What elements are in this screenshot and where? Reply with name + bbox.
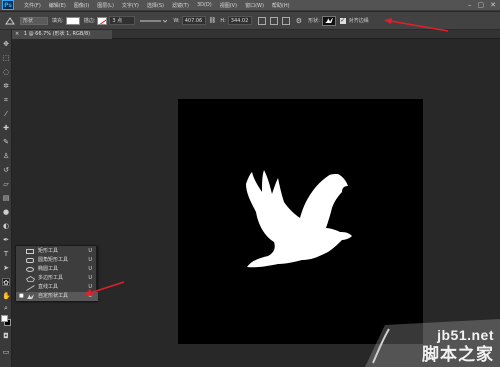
menu-bar: Ps 文件(F) 编辑(E) 图像(I) 图层(L) 文字(Y) 选择(S) 滤… xyxy=(0,0,500,11)
h-field[interactable]: 344.02 xyxy=(227,16,252,25)
flyout-item-label: 椭圆工具 xyxy=(38,266,59,272)
selected-marker: ■ xyxy=(19,293,24,299)
crop-tool-icon[interactable]: ⌗ xyxy=(2,96,10,104)
mode-select[interactable]: 形状 xyxy=(20,16,48,25)
marquee-tool-icon[interactable]: ⬚ xyxy=(2,54,10,62)
maximize-button[interactable]: ▢ xyxy=(478,1,485,9)
minimize-button[interactable]: – xyxy=(468,1,472,9)
custom-shape-icon xyxy=(26,294,34,299)
ps-logo: Ps xyxy=(2,0,14,10)
w-label: W: xyxy=(173,17,180,24)
flyout-item-rounded-rectangle[interactable]: 圆角矩形工具 U xyxy=(16,256,98,265)
history-brush-tool-icon[interactable]: ↺ xyxy=(2,166,10,174)
menu-3d[interactable]: 3D(D) xyxy=(193,2,216,9)
custom-shape-tool-icon xyxy=(5,16,15,24)
eyedropper-tool-icon[interactable]: ⁄ xyxy=(2,110,10,118)
bird-shape-icon xyxy=(324,17,333,23)
path-arrangement-icon[interactable] xyxy=(281,16,290,25)
tools-panel: ✥ ⬚ ◌ ✲ ⌗ ⁄ ✚ ✎ ♙ ↺ ▱ ▤ ● ◐ ✒ T ➤ ✿ ✋ ⌕ … xyxy=(0,30,12,367)
fill-swatch[interactable] xyxy=(65,16,80,25)
screen-mode-icon[interactable]: ▭ xyxy=(2,348,10,356)
hand-tool-icon[interactable]: ✋ xyxy=(2,292,11,300)
dodge-tool-icon[interactable]: ◐ xyxy=(2,222,10,230)
stroke-swatch[interactable] xyxy=(97,16,108,25)
flyout-item-rectangle[interactable]: 矩形工具 U xyxy=(16,247,98,256)
tab-close-icon[interactable]: × xyxy=(15,31,19,37)
mode-label: 形状 xyxy=(23,17,34,24)
path-selection-tool-icon[interactable]: ➤ xyxy=(2,264,10,272)
flyout-item-label: 矩形工具 xyxy=(38,248,59,254)
document-tab-title: 1 @ 66.7% (形状 1, RGB/8) xyxy=(23,31,91,37)
menu-window[interactable]: 窗口(W) xyxy=(241,2,268,9)
menu-view[interactable]: 视图(V) xyxy=(216,2,241,9)
menu-layer[interactable]: 图层(L) xyxy=(93,2,118,9)
eraser-tool-icon[interactable]: ▱ xyxy=(2,180,10,188)
annotation-arrow-top xyxy=(384,18,449,32)
ellipse-icon xyxy=(26,267,34,272)
stroke-width-field[interactable]: 3 点 xyxy=(109,16,136,25)
path-alignment-icon[interactable] xyxy=(269,16,278,25)
rounded-rectangle-icon xyxy=(26,258,34,263)
magic-wand-tool-icon[interactable]: ✲ xyxy=(2,82,10,90)
polygon-icon xyxy=(25,276,36,282)
line-icon xyxy=(26,285,35,291)
link-icon[interactable]: ⛓ xyxy=(209,17,217,24)
document-tab[interactable]: × 1 @ 66.7% (形状 1, RGB/8) xyxy=(12,30,112,39)
watermark-cn: 脚本之家 xyxy=(422,345,494,365)
quick-mask-icon[interactable]: ◘ xyxy=(2,332,10,340)
stroke-line-icon xyxy=(140,19,168,23)
menu-select[interactable]: 选择(S) xyxy=(143,2,168,9)
w-field[interactable]: 407.06 xyxy=(181,16,206,25)
lasso-tool-icon[interactable]: ◌ xyxy=(2,68,10,76)
fill-label: 填充: xyxy=(52,18,64,24)
flyout-item-shortcut: U xyxy=(88,248,92,254)
gear-icon[interactable]: ⚙ xyxy=(296,17,302,25)
move-tool-icon[interactable]: ✥ xyxy=(2,40,10,48)
healing-brush-tool-icon[interactable]: ✚ xyxy=(2,124,10,132)
clone-stamp-tool-icon[interactable]: ♙ xyxy=(2,152,10,160)
watermark: jb51.net 脚本之家 xyxy=(365,319,500,367)
path-operations-icon[interactable] xyxy=(257,16,266,25)
type-tool-icon[interactable]: T xyxy=(2,250,10,258)
annotation-arrow-flyout xyxy=(84,281,125,296)
flyout-item-label: 直线工具 xyxy=(38,284,59,290)
stroke-label: 描边: xyxy=(83,18,96,24)
gradient-tool-icon[interactable]: ▤ xyxy=(2,194,10,202)
menu-image[interactable]: 图像(I) xyxy=(70,2,93,9)
h-label: H: xyxy=(220,17,226,24)
flyout-item-ellipse[interactable]: 椭圆工具 U xyxy=(16,265,98,274)
flyout-item-shortcut: U xyxy=(88,257,92,263)
custom-shape-tool-icon[interactable]: ✿ xyxy=(2,278,10,287)
flyout-item-label: 圆角矩形工具 xyxy=(38,257,69,263)
color-swatches xyxy=(1,315,11,327)
menu-help[interactable]: 帮助(H) xyxy=(268,2,294,9)
brush-tool-icon[interactable]: ✎ xyxy=(2,138,10,146)
close-button[interactable]: ✕ xyxy=(490,1,496,9)
shape-picker[interactable] xyxy=(321,15,336,26)
menu-type[interactable]: 文字(Y) xyxy=(118,2,143,9)
window-controls: – ▢ ✕ xyxy=(468,1,496,9)
stroke-type-select[interactable] xyxy=(139,17,168,25)
rectangle-icon xyxy=(26,249,34,254)
menu-filter[interactable]: 滤镜(T) xyxy=(168,2,193,9)
shape-label: 形状: xyxy=(308,18,320,24)
pen-tool-icon[interactable]: ✒ xyxy=(2,236,10,244)
foreground-color-swatch[interactable] xyxy=(1,315,8,322)
flyout-item-label: 自定形状工具 xyxy=(38,293,69,299)
align-edges-label: 对齐边缘 xyxy=(348,18,369,24)
menu-file[interactable]: 文件(F) xyxy=(20,2,45,9)
align-edges-checkbox[interactable]: ✓ xyxy=(339,17,346,24)
menu-edit[interactable]: 编辑(E) xyxy=(45,2,70,9)
flyout-item-shortcut: U xyxy=(88,266,92,272)
menu-items: 文件(F) 编辑(E) 图像(I) 图层(L) 文字(Y) 选择(S) 滤镜(T… xyxy=(20,2,294,9)
flyout-item-label: 多边形工具 xyxy=(38,275,64,281)
photoshop-window: Ps 文件(F) 编辑(E) 图像(I) 图层(L) 文字(Y) 选择(S) 滤… xyxy=(0,0,500,367)
tool-preset-picker[interactable] xyxy=(4,16,16,26)
blur-tool-icon[interactable]: ● xyxy=(2,208,10,216)
dove-shape xyxy=(246,170,352,268)
zoom-tool-icon[interactable]: ⌕ xyxy=(2,304,10,312)
